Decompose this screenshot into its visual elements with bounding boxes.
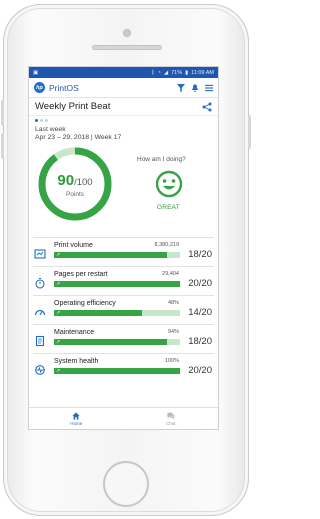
notification-icon: ▣ bbox=[33, 69, 39, 76]
filter-icon[interactable] bbox=[177, 83, 185, 92]
metric-name: Operating efficiency bbox=[54, 300, 116, 307]
metric-bar-fill: ↗ bbox=[54, 339, 168, 345]
power-button bbox=[248, 115, 251, 149]
smiley-icon bbox=[155, 170, 183, 198]
score-label: Points bbox=[65, 191, 85, 198]
score-total: /100 bbox=[74, 177, 93, 188]
metric-name: Print volume bbox=[54, 242, 93, 249]
bell-icon[interactable] bbox=[191, 83, 199, 92]
metric-bar: ↗ bbox=[54, 252, 180, 258]
home-hardware-button[interactable] bbox=[103, 461, 149, 507]
mood-label: GREAT bbox=[157, 204, 180, 211]
metric-bar: ↗ bbox=[54, 310, 180, 316]
metric-bar: ↗ bbox=[54, 339, 180, 345]
rating-question: How am I doing? bbox=[137, 156, 186, 163]
bottom-nav: Home Chat bbox=[29, 407, 218, 429]
share-icon[interactable] bbox=[202, 102, 212, 112]
metric-raw-value: 94% bbox=[167, 329, 179, 335]
period-label: Last week bbox=[35, 126, 66, 133]
up-arrow-icon: ↗ bbox=[56, 252, 61, 258]
up-arrow-icon: ↗ bbox=[56, 368, 61, 374]
period-range: Apr 23 – 29, 2018 | Week 17 bbox=[35, 134, 122, 141]
signal-icon: ◢ bbox=[163, 69, 169, 76]
metric-bar-fill: ↗ bbox=[54, 281, 180, 287]
maintenance-icon bbox=[35, 335, 45, 347]
metric-bar-fill: ↗ bbox=[54, 252, 168, 258]
wifi-icon: ◔ bbox=[157, 69, 161, 76]
metric-score: 18/20 bbox=[188, 249, 212, 260]
page-dot bbox=[45, 119, 48, 122]
page-dot bbox=[35, 119, 38, 122]
metric-score: 14/20 bbox=[188, 307, 212, 318]
metric-raw-value: 29,404 bbox=[162, 271, 179, 277]
up-arrow-icon: ↗ bbox=[56, 310, 61, 316]
score-summary: 90/100 Points How am I doing? GREAT bbox=[29, 142, 218, 237]
status-bar: ▣ ᛒ ◔ ◢ 71% ▮ 11:09 AM bbox=[29, 67, 218, 78]
metric-bar: ↗ bbox=[54, 368, 180, 374]
metric-row[interactable]: System health 100% ↗ 20/20 bbox=[33, 353, 214, 382]
metric-name: Maintenance bbox=[54, 329, 95, 336]
system-health-icon bbox=[35, 365, 45, 375]
metric-row[interactable]: Pages per restart 29,404 ↗ 20/20 bbox=[33, 266, 214, 295]
metric-raw-value: 8,380,219 bbox=[154, 242, 179, 248]
volume-button bbox=[1, 133, 4, 159]
earpiece-speaker bbox=[92, 45, 162, 50]
metric-score: 20/20 bbox=[188, 278, 212, 289]
bluetooth-icon: ᛒ bbox=[151, 69, 155, 76]
print-volume-icon bbox=[34, 249, 46, 259]
volume-button bbox=[1, 100, 4, 126]
metric-bar: ↗ bbox=[54, 281, 180, 287]
up-arrow-icon: ↗ bbox=[56, 281, 61, 287]
nav-home[interactable]: Home bbox=[29, 408, 124, 429]
stopwatch-icon bbox=[35, 277, 45, 289]
period-info: Last week Apr 23 – 29, 2018 | Week 17 bbox=[29, 122, 218, 142]
card-header: Weekly Print Beat bbox=[29, 98, 218, 116]
up-arrow-icon: ↗ bbox=[56, 339, 61, 345]
battery-percent: 71% bbox=[171, 69, 183, 76]
speedometer-icon bbox=[34, 309, 46, 316]
score-value: 90 bbox=[57, 172, 75, 189]
page-dot bbox=[40, 119, 43, 122]
metric-bar-fill: ↗ bbox=[54, 368, 180, 374]
metric-name: System health bbox=[54, 358, 99, 365]
battery-icon: ▮ bbox=[185, 69, 189, 76]
metric-row[interactable]: Operating efficiency 48% ↗ 14/20 bbox=[33, 295, 214, 324]
metric-raw-value: 48% bbox=[167, 300, 179, 306]
nav-chat[interactable]: Chat bbox=[124, 408, 219, 429]
metric-row[interactable]: Maintenance 94% ↗ 18/20 bbox=[33, 324, 214, 353]
card-title: Weekly Print Beat bbox=[35, 101, 111, 112]
status-time: 11:09 AM bbox=[191, 69, 214, 76]
menu-icon[interactable] bbox=[205, 84, 213, 92]
hp-logo: hp bbox=[34, 82, 45, 93]
home-icon bbox=[72, 411, 80, 420]
metric-row[interactable]: Print volume 8,380,219 ↗ 18/20 bbox=[33, 237, 214, 266]
camera-icon bbox=[123, 29, 131, 37]
metric-raw-value: 100% bbox=[164, 358, 179, 364]
nav-label: Home bbox=[70, 420, 83, 426]
metric-score: 18/20 bbox=[188, 336, 212, 347]
app-bar: hp PrintOS bbox=[29, 78, 218, 98]
app-screen: ▣ ᛒ ◔ ◢ 71% ▮ 11:09 AM hp PrintOS Weekly… bbox=[28, 66, 219, 430]
nav-label: Chat bbox=[165, 420, 176, 426]
app-title: PrintOS bbox=[49, 82, 79, 93]
metrics-list: Print volume 8,380,219 ↗ 18/20 Pages per… bbox=[29, 237, 218, 382]
chat-icon bbox=[167, 412, 175, 420]
metric-bar-fill: ↗ bbox=[54, 310, 143, 316]
metric-name: Pages per restart bbox=[54, 271, 108, 278]
metric-score: 20/20 bbox=[188, 365, 212, 376]
